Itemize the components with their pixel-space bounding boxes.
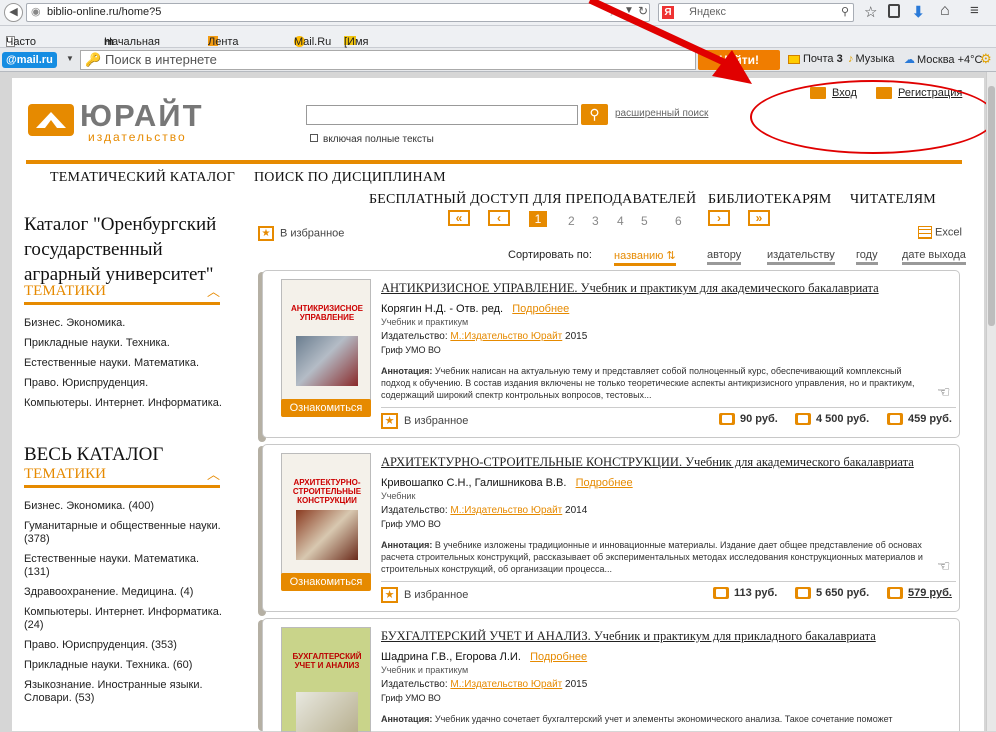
annotation-arrow xyxy=(588,0,752,84)
annotation-arrow-head xyxy=(712,50,752,84)
annotation-arrow-shaft xyxy=(588,0,730,68)
